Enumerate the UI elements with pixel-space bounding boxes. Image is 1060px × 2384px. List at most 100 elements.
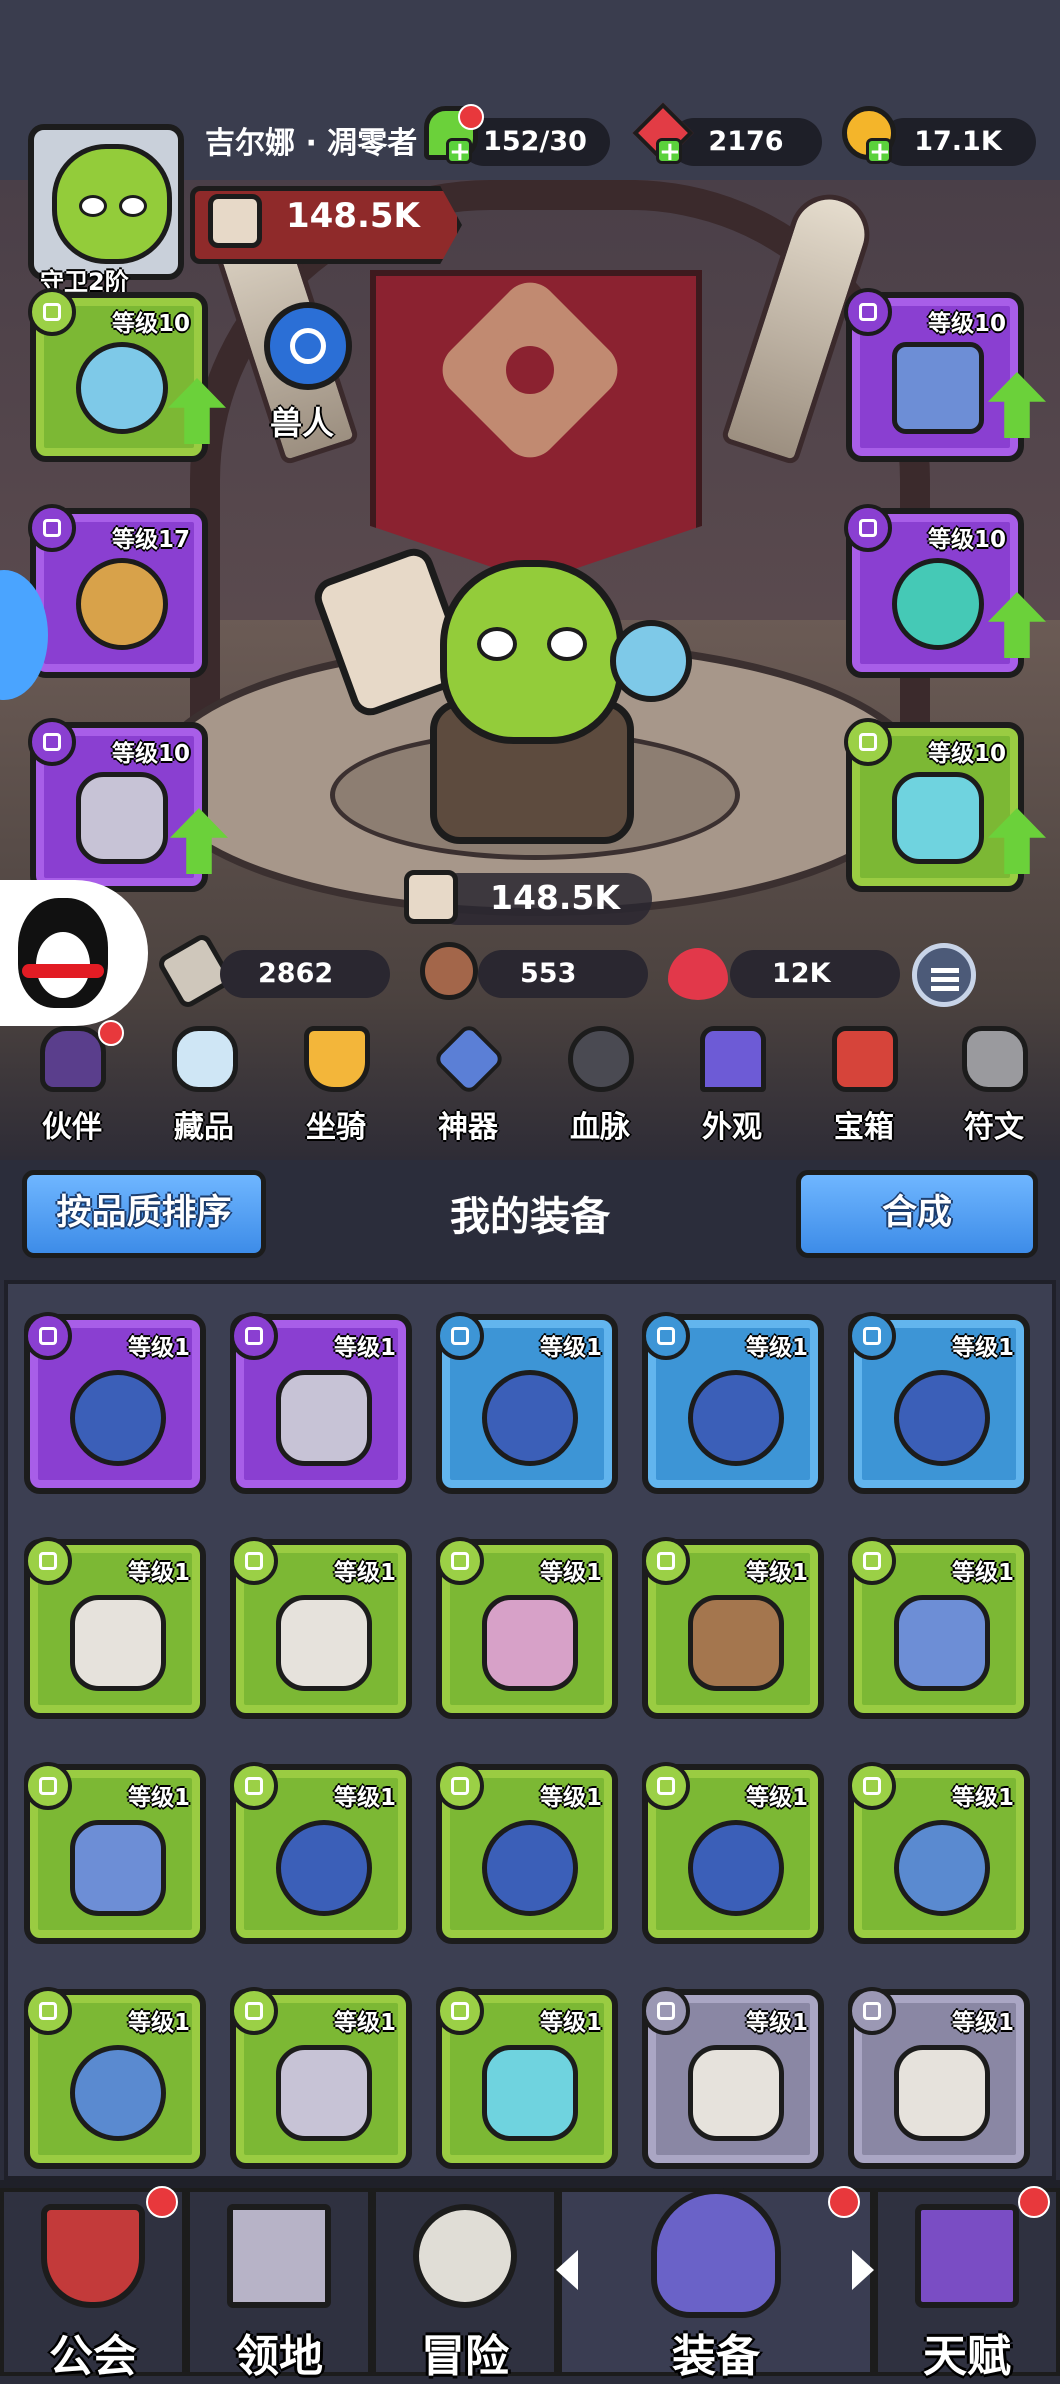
defense-value: 553 <box>520 958 577 989</box>
inventory-item[interactable]: 等级1 <box>24 1987 206 2169</box>
inventory-item[interactable]: 等级1 <box>848 1312 1030 1494</box>
inventory-item[interactable]: 等级1 <box>642 1762 824 1944</box>
category-bloodline[interactable]: 血脉 <box>540 1020 660 1145</box>
nav-adventure[interactable]: 冒险 <box>372 2188 558 2382</box>
equipment-notification-dot <box>828 2186 860 2218</box>
axe-icon <box>688 2045 784 2141</box>
nav-territory[interactable]: 领地 <box>186 2188 372 2382</box>
amulet-icon <box>276 1370 372 1466</box>
inventory-item[interactable]: 等级1 <box>436 1537 618 1719</box>
hero-power-axe-icon <box>404 870 458 924</box>
inventory-item[interactable]: 等级1 <box>642 1537 824 1719</box>
item-level: 等级1 <box>951 1560 1014 1586</box>
stats-detail-button[interactable] <box>912 943 976 1007</box>
orc-hero[interactable] <box>440 560 624 744</box>
category-rune[interactable]: 符文 <box>934 1020 1054 1145</box>
inventory-item[interactable]: 等级1 <box>24 1537 206 1719</box>
inventory-item[interactable]: 等级1 <box>24 1312 206 1494</box>
sort-by-quality-button[interactable]: 按品质排序 <box>22 1170 266 1258</box>
category-companion[interactable]: 伙伴 <box>12 1020 132 1145</box>
inventory-title: 我的装备 <box>450 1194 610 1240</box>
axe-icon <box>894 2045 990 2141</box>
equip-slot-ring-2[interactable]: 等级10 <box>844 504 1024 678</box>
item-type-icon <box>436 1312 484 1360</box>
item-type-icon <box>848 1762 896 1810</box>
equip-slot-ring[interactable]: 等级17 <box>28 504 208 678</box>
weapon-type-icon <box>28 288 76 336</box>
gold-counter[interactable]: 17.1K <box>880 118 1036 166</box>
slot-level: 等级17 <box>111 527 190 553</box>
inventory-item[interactable]: 等级1 <box>436 1312 618 1494</box>
ring-icon <box>276 1820 372 1916</box>
item-level: 等级1 <box>951 1785 1014 1811</box>
nav-prev-arrow-icon[interactable] <box>556 2250 578 2290</box>
ring-type-icon <box>28 504 76 552</box>
inventory-item[interactable]: 等级1 <box>848 1987 1030 2169</box>
equip-slot-mask-amulet[interactable]: 等级10 <box>844 718 1024 892</box>
spellbook-icon <box>915 2204 1019 2308</box>
mask-amulet-icon <box>892 772 984 864</box>
orb-amulet-icon <box>70 2045 166 2141</box>
qq-floating-button[interactable] <box>0 880 148 1026</box>
inventory-item[interactable]: 等级1 <box>848 1762 1030 1944</box>
hero-eye-left <box>477 627 517 661</box>
gem-counter[interactable]: 2176 <box>670 118 822 166</box>
category-chest[interactable]: 宝箱 <box>804 1020 924 1145</box>
item-type-icon <box>230 1987 278 2035</box>
stamina-counter[interactable]: 152/30 <box>460 118 610 166</box>
category-label: 血脉 <box>570 1110 630 1145</box>
item-level: 等级1 <box>745 2010 808 2036</box>
merge-button[interactable]: 合成 <box>796 1170 1038 1258</box>
add-gold-button[interactable]: + <box>866 138 892 165</box>
axe-icon <box>276 1595 372 1691</box>
item-type-icon <box>230 1537 278 1585</box>
talent-notification-dot <box>1018 2186 1050 2218</box>
category-appearance[interactable]: 外观 <box>672 1020 792 1145</box>
leather-armor-icon <box>688 1595 784 1691</box>
attack-value: 2862 <box>258 958 334 989</box>
ring-icon <box>76 558 168 650</box>
gold-value: 17.1K <box>914 126 1002 157</box>
item-level: 等级1 <box>127 1335 190 1361</box>
qq-penguin-scarf <box>22 964 104 978</box>
item-type-icon <box>24 1537 72 1585</box>
nav-next-arrow-icon[interactable] <box>852 2250 874 2290</box>
inventory-item[interactable]: 等级1 <box>642 1312 824 1494</box>
item-type-icon <box>24 1312 72 1360</box>
add-stamina-button[interactable]: + <box>446 138 472 165</box>
inventory-item[interactable]: 等级1 <box>230 1987 412 2169</box>
nav-equipment[interactable]: 装备 <box>558 2188 874 2382</box>
amulet-type-icon <box>844 718 892 766</box>
inventory-item[interactable]: 等级1 <box>24 1762 206 1944</box>
item-type-icon <box>230 1312 278 1360</box>
inventory-item[interactable]: 等级1 <box>436 1762 618 1944</box>
category-mount[interactable]: 坐骑 <box>276 1020 396 1145</box>
item-type-icon <box>848 1312 896 1360</box>
inventory-item[interactable]: 等级1 <box>848 1537 1030 1719</box>
equip-slot-weapon[interactable]: 等级10 <box>28 288 208 462</box>
gem-collection-icon <box>172 1026 238 1092</box>
attack-stat: 2862 <box>220 950 390 998</box>
nav-label: 装备 <box>672 2331 760 2382</box>
player-avatar[interactable] <box>28 124 184 280</box>
orc-race-icon[interactable] <box>264 302 352 390</box>
item-type-icon <box>642 1312 690 1360</box>
item-level: 等级1 <box>333 2010 396 2036</box>
item-level: 等级1 <box>539 1560 602 1586</box>
item-level: 等级1 <box>539 1785 602 1811</box>
inventory-item[interactable]: 等级1 <box>230 1762 412 1944</box>
inventory-item[interactable]: 等级1 <box>230 1312 412 1494</box>
add-gems-button[interactable]: + <box>656 138 682 165</box>
category-artifact[interactable]: 神器 <box>408 1020 528 1145</box>
equip-slot-armor[interactable]: 等级10 <box>844 288 1024 462</box>
slot-level: 等级10 <box>927 311 1006 337</box>
category-label: 符文 <box>964 1110 1024 1145</box>
equip-slot-amulet[interactable]: 等级10 <box>28 718 208 892</box>
category-collection[interactable]: 藏品 <box>144 1020 264 1145</box>
inventory-item[interactable]: 等级1 <box>230 1537 412 1719</box>
item-level: 等级1 <box>951 1335 1014 1361</box>
inventory-item[interactable]: 等级1 <box>436 1987 618 2169</box>
inventory-item[interactable]: 等级1 <box>642 1987 824 2169</box>
companion-notification-dot <box>98 1020 124 1046</box>
amulet-icon <box>76 772 168 864</box>
